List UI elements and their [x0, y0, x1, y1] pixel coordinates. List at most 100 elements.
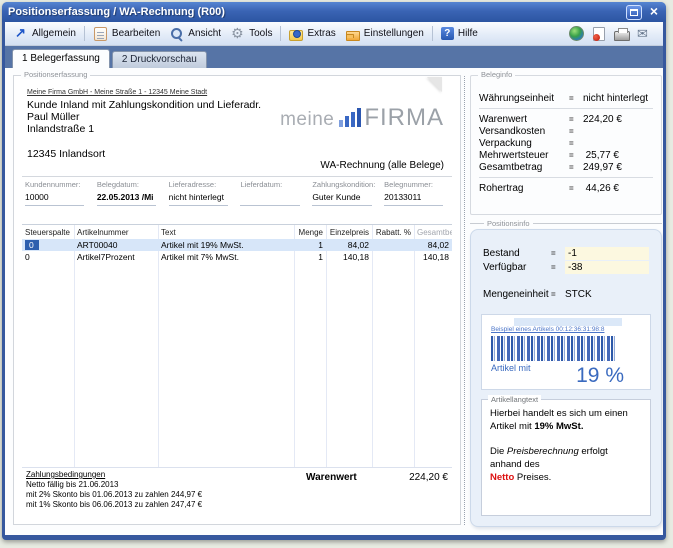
- title-bar[interactable]: Positionserfassung / WA-Rechnung (R00): [2, 2, 666, 22]
- equals-sign: =: [569, 94, 583, 103]
- info-value: 224,20 €: [583, 114, 663, 125]
- cell-einzelpreis[interactable]: 84,02: [326, 240, 372, 250]
- field-lieferdatum[interactable]: Lieferdatum:: [240, 180, 312, 206]
- cell-edit-cursor[interactable]: 0: [25, 240, 39, 250]
- menu-item-ansicht[interactable]: Ansicht: [165, 25, 226, 43]
- menu-separator: [280, 26, 281, 41]
- cell-einzelpreis[interactable]: 140,18: [326, 252, 372, 262]
- menu-item-bearbeiten[interactable]: Bearbeiten: [88, 24, 165, 44]
- menu-item-hilfe[interactable]: Hilfe: [436, 25, 483, 42]
- article-image: Beispiel eines Artikels 00:12:36:31:98:8…: [481, 314, 651, 390]
- menu-label: Ansicht: [188, 28, 221, 39]
- equals-sign: =: [569, 127, 583, 136]
- field-label: Kundennummer:: [25, 180, 91, 189]
- info-label: Verpackung: [479, 138, 569, 149]
- total-label: Warenwert: [306, 472, 357, 483]
- field-value[interactable]: nicht hinterlegt: [169, 192, 235, 202]
- article-image-percent: 19 %: [576, 364, 624, 388]
- cell-menge[interactable]: 1: [294, 252, 326, 262]
- field-belegnummer[interactable]: Belegnummer: 20133011: [384, 180, 456, 206]
- menu-item-einstellungen[interactable]: Einstellungen: [341, 24, 429, 43]
- address-line: Paul Müller: [27, 111, 261, 123]
- info-value: STCK: [565, 289, 649, 300]
- menu-label: Allgemein: [32, 28, 76, 39]
- cell-artikelnummer[interactable]: ART00040: [74, 240, 158, 250]
- positionsinfo-row-mengeneinheit: Mengeneinheit = STCK: [471, 287, 661, 301]
- globe-icon[interactable]: [569, 26, 584, 41]
- group-label: Beleginfo: [478, 70, 515, 79]
- cell-artikelnummer[interactable]: Artikel7Prozent: [74, 252, 158, 262]
- col-header-einzelpreis[interactable]: Einzelpreis: [326, 228, 372, 237]
- field-underline: [97, 205, 156, 206]
- cell-menge[interactable]: 1: [294, 240, 326, 250]
- positions-table[interactable]: Steuerspalte Artikelnummer Text Menge Ei…: [22, 224, 452, 468]
- field-value[interactable]: Guter Kunde: [312, 192, 378, 202]
- payment-terms-heading: Zahlungsbedingungen: [26, 470, 202, 480]
- artikellangtext-body: Hierbei handelt es sich um einen Artikel…: [482, 400, 650, 491]
- equals-sign: =: [569, 163, 583, 172]
- field-belegdatum[interactable]: Belegdatum: 22.05.2013 /Mi: [97, 180, 169, 206]
- col-header-steuerspalte[interactable]: Steuerspalte: [22, 228, 74, 237]
- mail-icon[interactable]: [637, 27, 651, 41]
- logo-bars-icon: [339, 108, 361, 127]
- divider: [22, 176, 452, 177]
- col-header-menge[interactable]: Menge: [294, 228, 326, 237]
- address-line: Inlandstraße 1: [27, 123, 261, 135]
- field-label: Lieferadresse:: [169, 180, 235, 189]
- beleginfo-row-warenwert: Warenwert = 224,20 €: [471, 113, 661, 125]
- field-value[interactable]: 20133011: [384, 192, 450, 202]
- field-zahlungskondition[interactable]: Zahlungskondition: Guter Kunde: [312, 180, 384, 206]
- company-logo: meine FIRMA: [280, 108, 444, 128]
- close-icon[interactable]: [648, 5, 660, 20]
- printer-icon[interactable]: [614, 31, 630, 41]
- positionserfassung-group: Positionserfassung Meine Firma GmbH - Me…: [13, 75, 461, 525]
- address-city: 12345 Inlandsort: [27, 148, 105, 160]
- field-value[interactable]: [240, 192, 306, 202]
- stock-value: -38: [565, 261, 649, 274]
- payment-line: mit 2% Skonto bis 01.06.2013 zu zahlen 2…: [26, 490, 202, 500]
- cell-gesamtbetrag[interactable]: 140,18: [414, 252, 452, 262]
- col-header-gesamtbetrag[interactable]: Gesamtbetrag: [414, 228, 452, 237]
- menu-item-allgemein[interactable]: Allgemein: [9, 25, 81, 43]
- field-kundennummer[interactable]: Kundennummer: 10000: [25, 180, 97, 206]
- col-header-rabatt[interactable]: Rabatt. %: [372, 228, 414, 237]
- positionsinfo-row-bestand: Bestand = -1: [471, 246, 661, 260]
- group-label: Positionserfassung: [21, 70, 90, 79]
- panel-splitter[interactable]: [464, 76, 465, 525]
- cell-text[interactable]: Artikel mit 7% MwSt.: [158, 252, 294, 262]
- table-row[interactable]: 0 Artikel7Prozent Artikel mit 7% MwSt. 1…: [22, 251, 452, 263]
- field-label: Belegnummer:: [384, 180, 450, 189]
- field-value[interactable]: 22.05.2013 /Mi: [97, 192, 163, 202]
- menu-separator: [84, 26, 85, 41]
- restore-icon[interactable]: [626, 5, 642, 20]
- edit-icon: [94, 27, 107, 41]
- menu-separator: [432, 26, 433, 41]
- equals-sign: =: [569, 151, 583, 160]
- cell-steuerspalte[interactable]: 0: [22, 252, 74, 262]
- menu-label: Tools: [249, 28, 272, 39]
- beleginfo-row-rohertrag: Rohertrag = 44,26 €: [471, 182, 661, 194]
- tab-strip: 1 Belegerfassung 2 Druckvorschau: [5, 46, 663, 68]
- col-header-artikelnummer[interactable]: Artikelnummer: [74, 228, 158, 237]
- menu-item-tools[interactable]: Tools: [226, 25, 277, 43]
- field-label: Belegdatum:: [97, 180, 163, 189]
- tab-belegerfassung[interactable]: 1 Belegerfassung: [12, 49, 110, 68]
- cell-text[interactable]: Artikel mit 19% MwSt.: [158, 240, 294, 250]
- field-value[interactable]: 10000: [25, 192, 91, 202]
- field-underline: [25, 205, 84, 206]
- info-value: 44,26 €: [583, 183, 661, 194]
- table-row-selected[interactable]: 0 ART00040 Artikel mit 19% MwSt. 1 84,02…: [22, 239, 452, 251]
- beleginfo-row-verpackung: Verpackung =: [471, 137, 661, 149]
- col-header-text[interactable]: Text: [158, 228, 294, 237]
- document-info-icon[interactable]: [593, 27, 605, 41]
- article-image-text: Artikel mit: [491, 363, 531, 373]
- cell-gesamtbetrag[interactable]: 84,02: [414, 240, 452, 250]
- tab-druckvorschau[interactable]: 2 Druckvorschau: [112, 51, 207, 68]
- menu-label: Bearbeiten: [112, 28, 160, 39]
- field-lieferadresse[interactable]: Lieferadresse: nicht hinterlegt: [169, 180, 241, 206]
- stock-value: -1: [565, 247, 649, 260]
- info-label: Bestand: [483, 248, 551, 259]
- group-label: Positionsinfo: [487, 219, 530, 228]
- info-label: Mengeneinheit: [483, 289, 551, 300]
- menu-item-extras[interactable]: Extras: [284, 24, 340, 43]
